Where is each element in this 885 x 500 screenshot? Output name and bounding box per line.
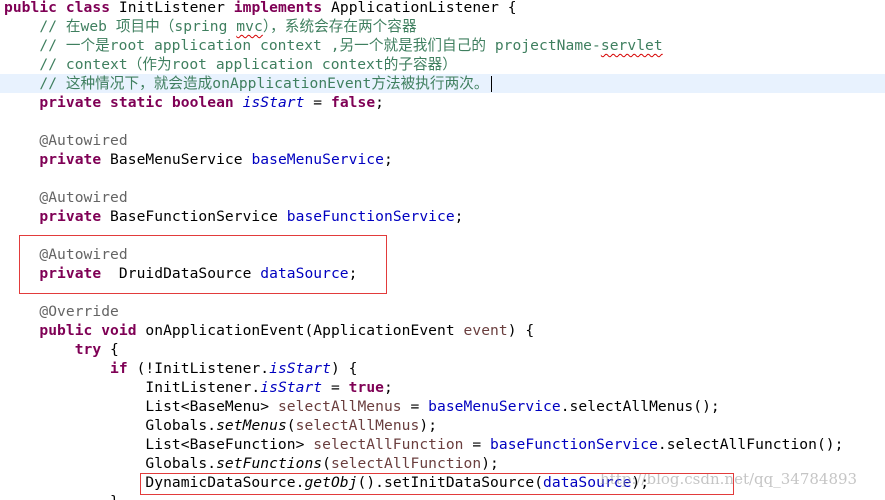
semicolon: ; — [384, 379, 393, 396]
comment-text: ），系统会存在两个容器 — [262, 18, 417, 35]
annotation-override: @Override — [39, 303, 119, 320]
static-method-setfunctions: setFunctions — [216, 455, 323, 472]
class-ref: InitListener. — [145, 379, 261, 396]
code-line-close-brace: } — [4, 492, 119, 500]
comment-text: // 一个是root application context ,另一个就是我们自… — [39, 37, 601, 54]
class-ref: Globals. — [145, 455, 217, 472]
keyword-try: try — [74, 341, 102, 358]
code-line-isstart-field: private static boolean isStart = false; — [4, 93, 384, 112]
code-line-annotation-3: @Autowired — [4, 245, 128, 264]
static-field-isstart: isStart — [269, 360, 331, 377]
static-method-getobj: getObj — [304, 474, 358, 491]
code-line-annotation-override: @Override — [4, 302, 119, 321]
comment-text: // context（作为root application context的子容… — [39, 56, 457, 73]
call-end: ); — [419, 417, 438, 434]
code-line-set-functions: Globals.setFunctions(selectAllFunction); — [4, 454, 499, 473]
comment-text: // 在web 项目中（spring — [39, 18, 237, 35]
local-var-selectallfunction: selectAllFunction — [313, 436, 464, 453]
code-line-annotation-1: @Autowired — [4, 131, 128, 150]
annotation-autowired: @Autowired — [39, 132, 128, 149]
watermark: http://blog.csdn.net/qq_34784893 — [600, 470, 858, 488]
open-brace: { — [101, 341, 119, 358]
semicolon: ; — [375, 94, 385, 111]
type-name: List<BaseFunction> — [145, 436, 314, 453]
text-cursor — [490, 76, 492, 92]
static-field-isstart: isStart — [260, 379, 323, 396]
field-basefunctionservice: baseFunctionService — [490, 436, 658, 453]
code-line-class-decl: public class InitListener implements App… — [4, 0, 517, 17]
code-line-comment-2: // 一个是root application context ,另一个就是我们自… — [4, 36, 663, 55]
keyword-public: public — [4, 0, 58, 16]
assign-operator: = — [322, 379, 349, 396]
class-ref: DynamicDataSource. — [145, 474, 305, 491]
open-paren: ( — [322, 455, 331, 472]
field-datasource: dataSource — [260, 265, 349, 282]
field-basemenuservice: baseMenuService — [251, 151, 384, 168]
close-brace: } — [110, 493, 119, 500]
annotation-autowired: @Autowired — [39, 189, 128, 206]
class-name: InitListener — [118, 0, 225, 16]
comment-text: // 这种情况下，就会造成onApplicationEvent方法被执行两次。 — [39, 75, 489, 92]
parameter-event: event — [463, 322, 508, 339]
class-ref: Globals. — [145, 417, 217, 434]
spelling-marked-word: mvc — [236, 18, 263, 35]
code-line-set-init-datasource: DynamicDataSource.getObj().setInitDataSo… — [4, 473, 649, 492]
code-line-basemenuservice: private BaseMenuService baseMenuService; — [4, 150, 393, 169]
keyword-class: class — [65, 0, 111, 16]
method-call: .selectAllFunction(); — [657, 436, 844, 453]
code-line-select-menus: List<BaseMenu> selectAllMenus = baseMenu… — [4, 397, 720, 416]
keyword-false: false — [330, 94, 376, 111]
local-var-selectallmenus: selectAllMenus — [295, 417, 420, 434]
keyword-true: true — [348, 379, 384, 396]
open-paren: ( — [286, 417, 296, 434]
static-field-isstart: isStart — [242, 94, 305, 111]
keyword-if: if — [110, 360, 128, 377]
local-var-selectallmenus: selectAllMenus — [277, 398, 402, 415]
method-call: ().setInitDataSource( — [357, 474, 544, 491]
code-line-select-functions: List<BaseFunction> selectAllFunction = b… — [4, 435, 843, 454]
code-line-set-isstart: InitListener.isStart = true; — [4, 378, 393, 397]
field-basemenuservice: baseMenuService — [428, 398, 561, 415]
field-basefunctionservice: baseFunctionService — [286, 208, 455, 225]
code-line-datasource-field: private DruidDataSource dataSource; — [4, 264, 358, 283]
code-line-set-menus: Globals.setMenus(selectAllMenus); — [4, 416, 437, 435]
local-var-selectallfunction: selectAllFunction — [330, 455, 482, 472]
method-call: .selectAllMenus(); — [560, 398, 720, 415]
method-signature: onApplicationEvent(ApplicationEvent — [136, 322, 464, 339]
condition-end: ) { — [330, 360, 358, 377]
keyword-public-void: public void — [39, 322, 137, 339]
keyword-implements: implements — [233, 0, 323, 16]
condition-prefix: (!InitListener. — [127, 360, 270, 377]
keyword-private: private — [39, 265, 102, 282]
open-brace: { — [498, 0, 517, 16]
code-line-basefunctionservice: private BaseFunctionService baseFunction… — [4, 207, 464, 226]
keyword-private-static-boolean: private static boolean — [39, 94, 234, 111]
annotation-autowired: @Autowired — [39, 246, 128, 263]
code-line-comment-3: // context（作为root application context的子容… — [4, 55, 457, 74]
type-name: List<BaseMenu> — [145, 398, 278, 415]
static-method-setmenus: setMenus — [216, 417, 287, 434]
code-line-comment-4-current[interactable]: // 这种情况下，就会造成onApplicationEvent方法被执行两次。 — [0, 74, 885, 93]
code-line-method-signature: public void onApplicationEvent(Applicati… — [4, 321, 534, 340]
code-line-annotation-2: @Autowired — [4, 188, 128, 207]
type-name: BaseFunctionService — [101, 208, 287, 225]
type-name: BaseMenuService — [101, 151, 252, 168]
semicolon: ; — [383, 151, 393, 168]
assign-operator: = — [463, 436, 491, 453]
signature-end: ) { — [507, 322, 535, 339]
code-line-try: try { — [4, 340, 119, 359]
type-name: DruidDataSource — [101, 265, 261, 282]
semicolon: ; — [348, 265, 358, 282]
keyword-private: private — [39, 208, 102, 225]
assign-operator: = — [401, 398, 429, 415]
keyword-private: private — [39, 151, 102, 168]
code-editor[interactable]: public class InitListener implements App… — [0, 0, 885, 500]
code-line-if: if (!InitListener.isStart) { — [4, 359, 358, 378]
call-end: ); — [481, 455, 499, 472]
spelling-marked-word: servlet — [600, 37, 663, 54]
assign-operator: = — [304, 94, 331, 111]
semicolon: ; — [454, 208, 464, 225]
code-line-comment-1: // 在web 项目中（spring mvc），系统会存在两个容器 — [4, 17, 417, 36]
interface-name: ApplicationListener — [331, 0, 499, 16]
